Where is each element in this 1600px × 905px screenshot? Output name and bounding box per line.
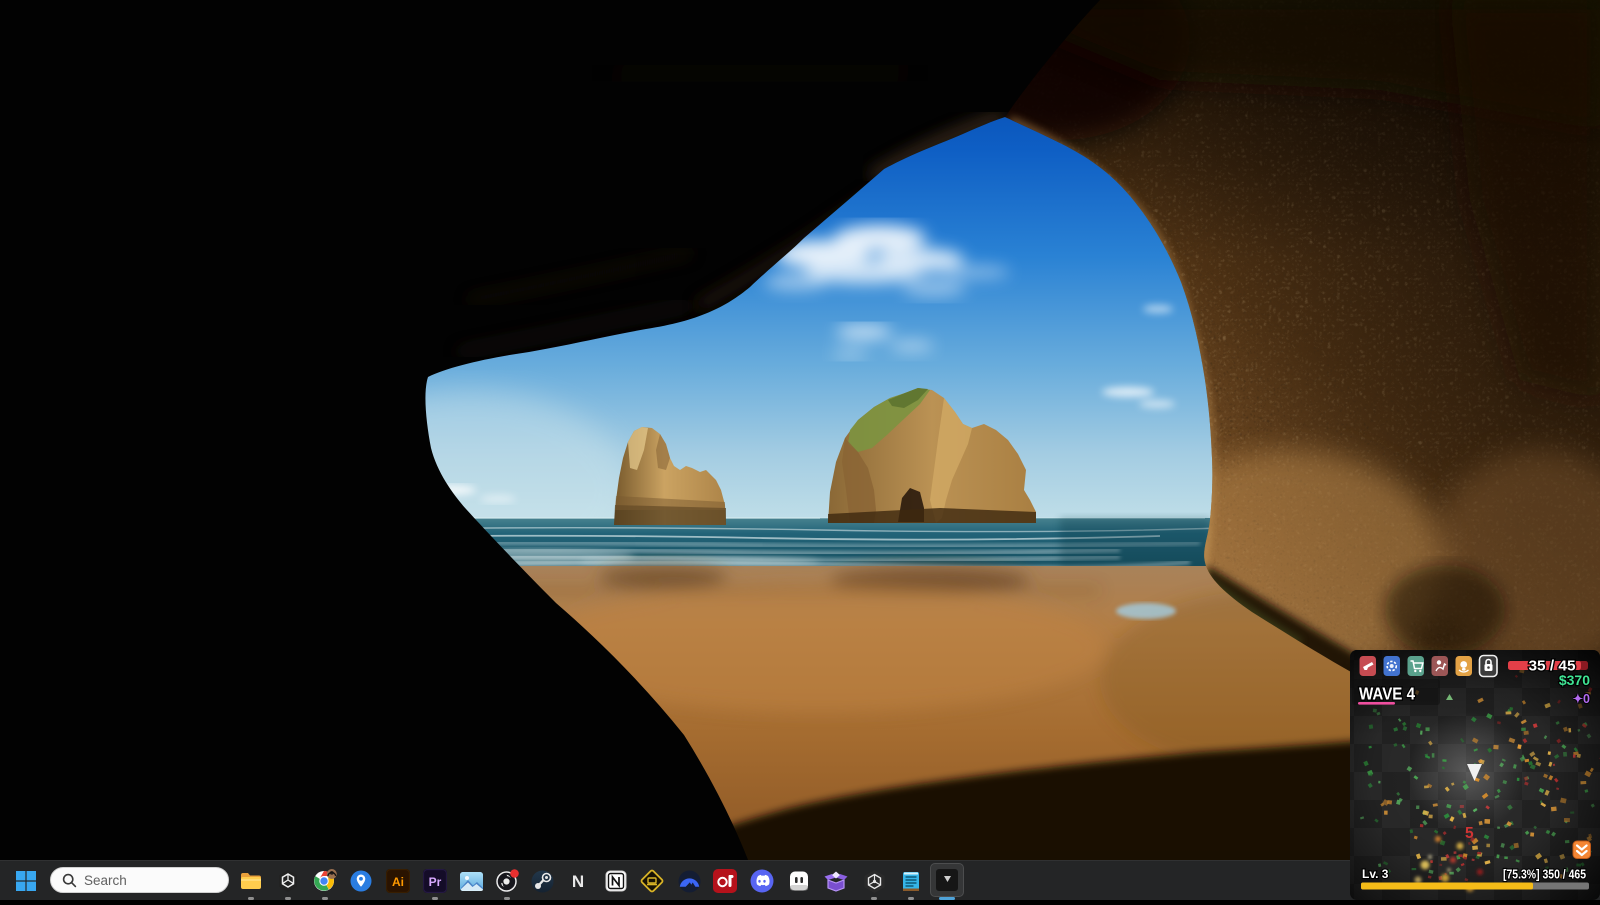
svg-text:5: 5 [1465, 825, 1474, 842]
svg-text:WAVE 4: WAVE 4 [1359, 684, 1415, 704]
svg-text:N: N [572, 872, 584, 891]
svg-text:Ai: Ai [392, 875, 404, 889]
svg-text:Lv. 3: Lv. 3 [1362, 867, 1389, 881]
svg-text:[75.3%] 350 / 465: [75.3%] 350 / 465 [1503, 868, 1586, 882]
svg-text:$370: $370 [1559, 672, 1590, 688]
svg-text:Pr: Pr [428, 875, 441, 889]
svg-text:✦0: ✦0 [1573, 692, 1590, 706]
